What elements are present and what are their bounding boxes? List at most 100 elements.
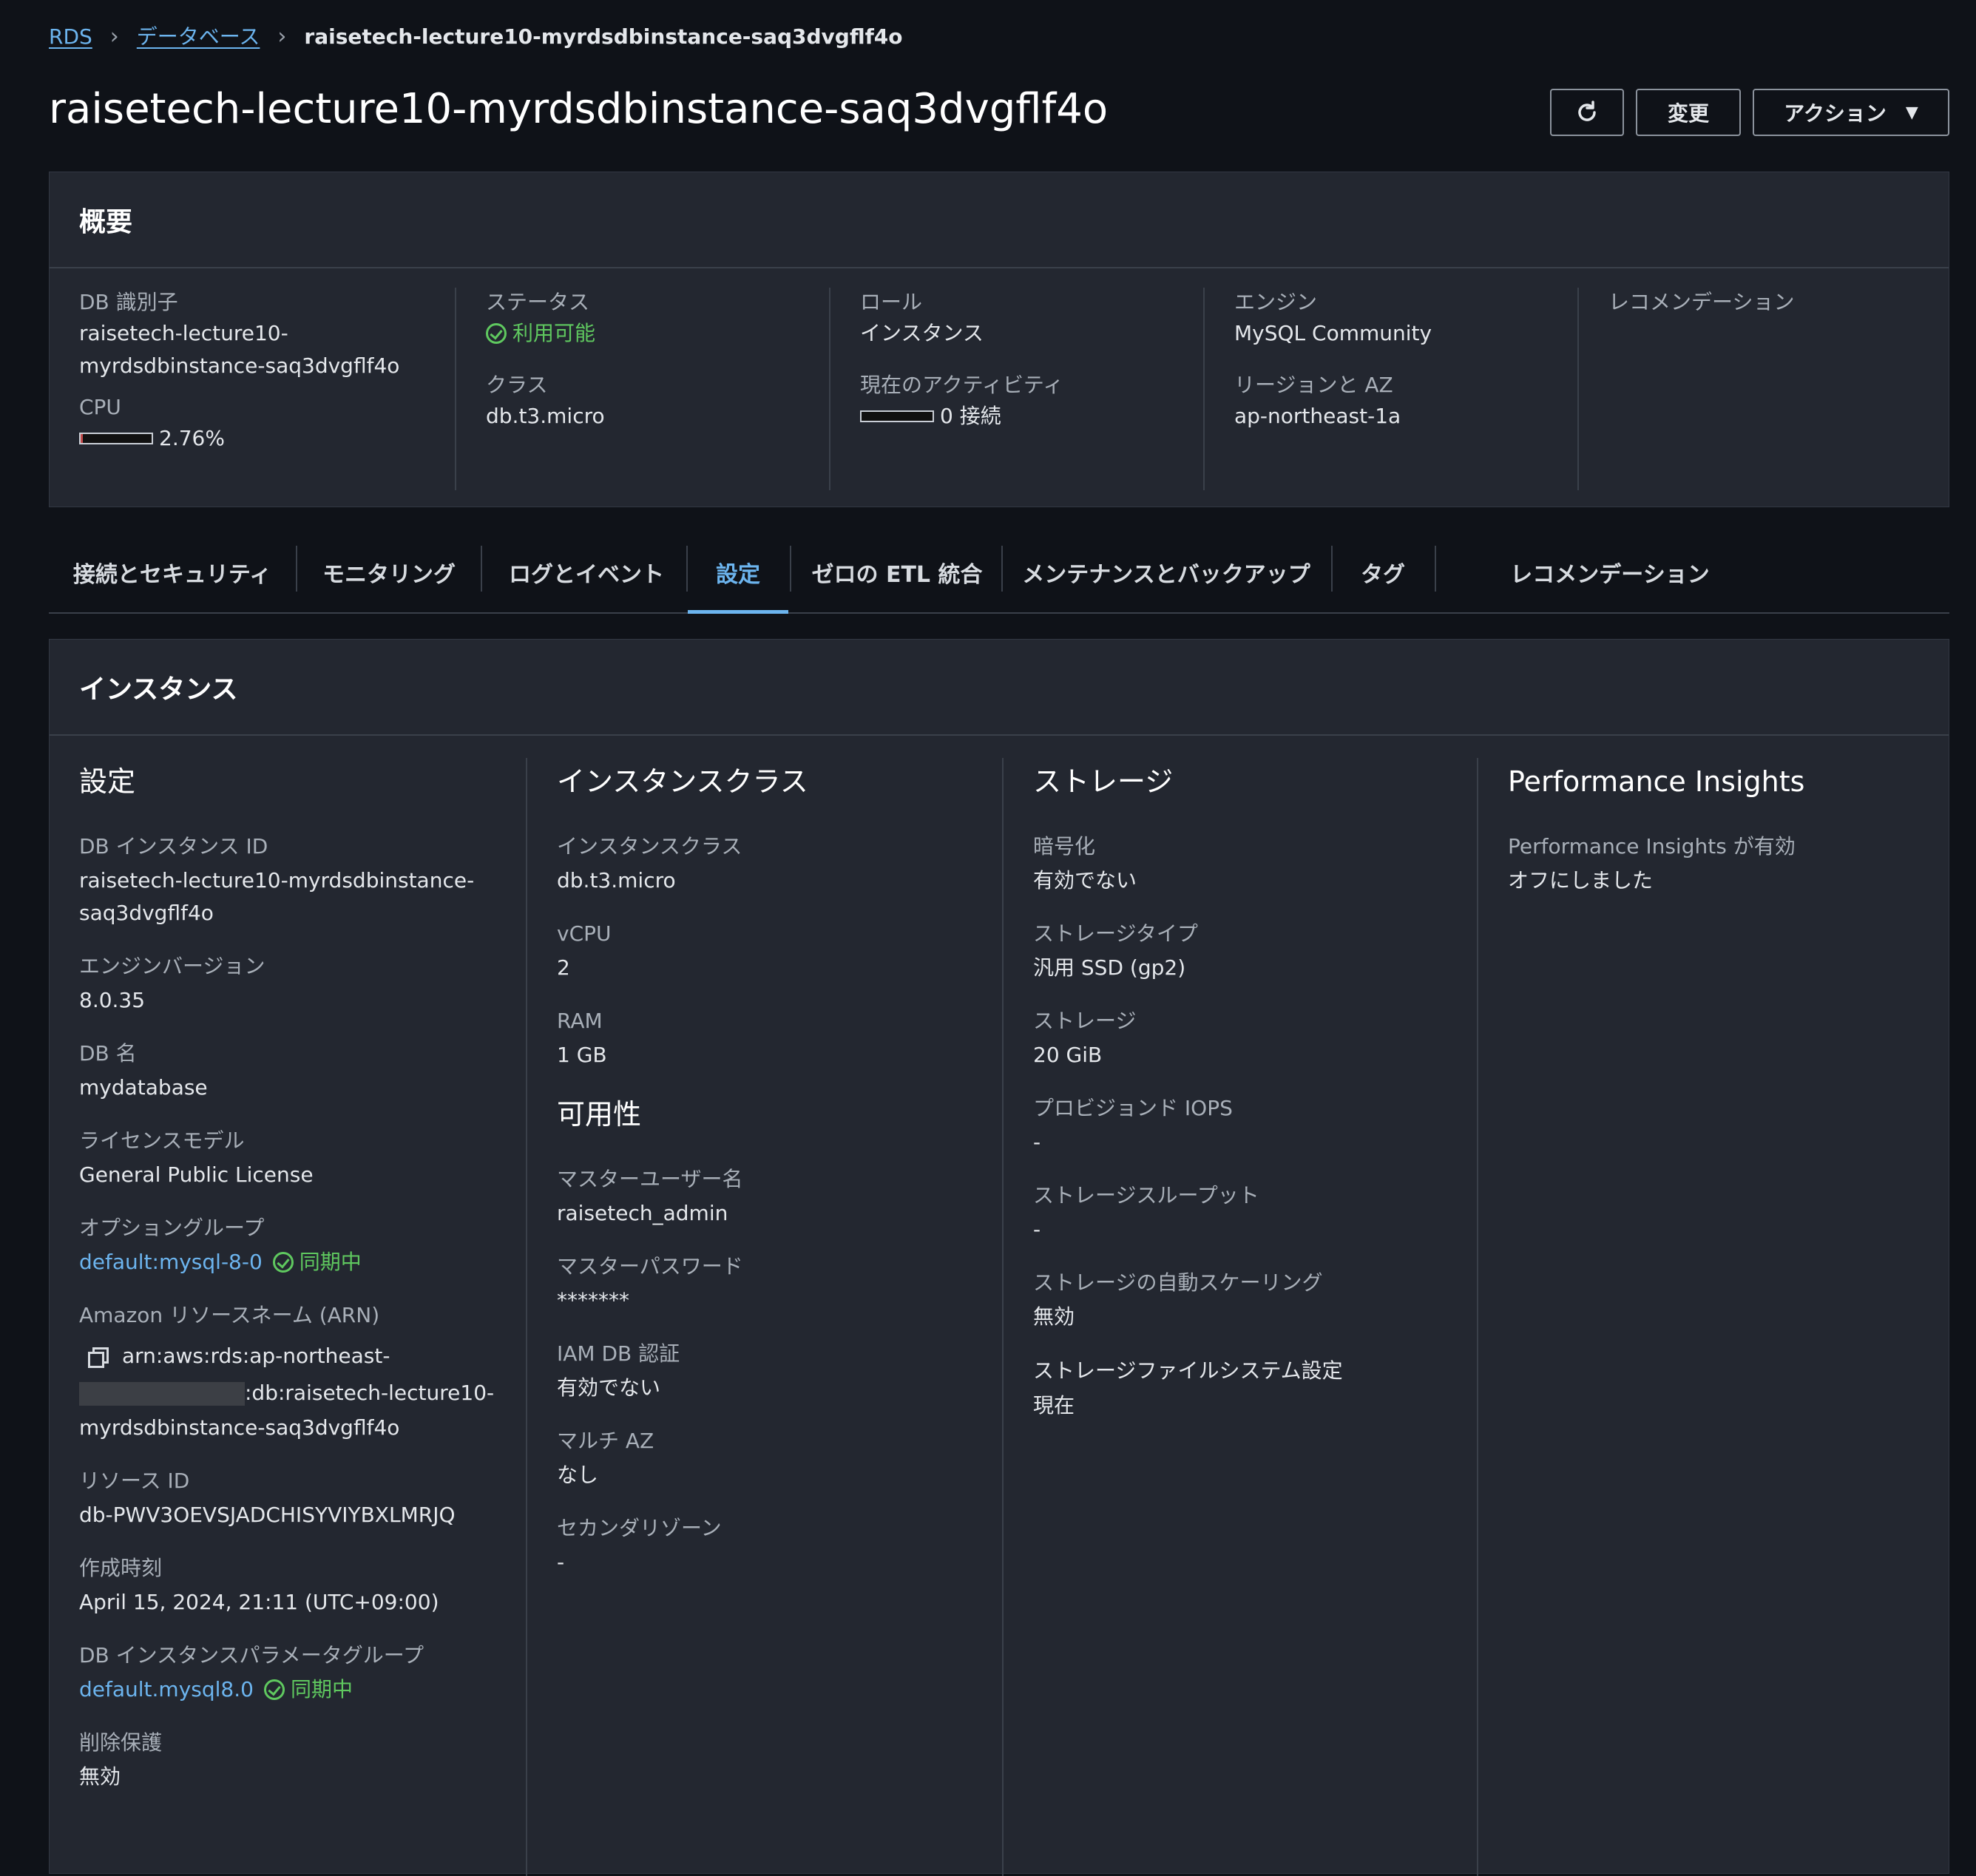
performance-insights-value: オフにしました [1508,868,1654,893]
multi-az-value: なし [557,1463,599,1487]
actions-label: アクション [1784,101,1887,126]
configuration-title: 設定 [79,765,136,798]
storage-throughput-value: - [1033,1217,1041,1242]
refresh-button[interactable] [1550,89,1624,136]
tab-maintenance-backup[interactable]: メンテナンスとバックアップ [1003,546,1330,614]
breadcrumb: RDS › データベース › raisetech-lecture10-myrds… [49,22,903,52]
tab-bar: 接続とセキュリティ モニタリング ログとイベント 設定 ゼロの ETL 統合 メ… [49,546,1949,614]
engine-version-label: エンジンバージョン [79,954,265,978]
performance-insights-column: Performance Insights Performance Insight… [1477,758,1950,1876]
arn-line1: arn:aws:rds:ap-northeast- [79,1338,526,1375]
summary-col-engine: エンジン MySQL Community リージョンと AZ ap-northe… [1203,288,1577,490]
encryption-value: 有効でない [1033,868,1137,893]
breadcrumb-current: raisetech-lecture10-myrdsdbinstance-saq3… [304,24,903,49]
multi-az-field: マルチ AZ なし [557,1423,1002,1491]
iam-auth-value: 有効でない [557,1375,661,1400]
provisioned-iops-field: プロビジョンド IOPS - [1033,1091,1477,1159]
instance-class-title: インスタンスクラス [557,765,808,798]
master-username-label: マスターユーザー名 [557,1167,743,1191]
summary-col-recommendations: レコメンデーション [1577,288,1949,490]
tab-logs-events[interactable]: ログとイベント [482,546,691,614]
rds-instance-page: RDS › データベース › raisetech-lecture10-myrds… [0,0,1976,1876]
instance-class-label: インスタンスクラス [557,834,742,859]
performance-insights-field: Performance Insights が有効 オフにしました [1508,829,1950,897]
copy-icon[interactable] [88,1347,109,1368]
arn-value-line3: myrdsdbinstance-saq3dvgflf4o [79,1415,400,1440]
instance-heading: インスタンス [50,640,1949,736]
summary-col-status: ステータス 利用可能 クラス db.t3.micro [455,288,829,490]
status-label: ステータス [486,290,590,314]
arn-field: Amazon リソースネーム (ARN) arn:aws:rds:ap-nort… [79,1298,526,1444]
tab-recommendations[interactable]: レコメンデーション [1436,546,1784,614]
tab-configuration[interactable]: 設定 [688,546,788,614]
check-circle-icon [486,323,507,344]
engine-version-field: エンジンバージョン 8.0.35 [79,949,526,1017]
option-group-row: default:mysql-8-0 同期中 [79,1246,526,1279]
class-value: db.t3.micro [486,404,605,428]
region-az-label: リージョンと AZ [1234,373,1393,397]
created-time-label: 作成時刻 [79,1556,163,1580]
tab-connectivity-security[interactable]: 接続とセキュリティ [49,546,296,614]
tab-zero-etl[interactable]: ゼロの ETL 統合 [791,546,1003,614]
arn-label: Amazon リソースネーム (ARN) [79,1303,380,1327]
summary-panel: 概要 DB 識別子 raisetech-lecture10- myrdsdbin… [49,172,1949,507]
ram-label: RAM [557,1009,603,1033]
resource-id-value: db-PWV3OEVSJADCHISYVIYBXLMRJQ [79,1503,456,1527]
option-group-status: 同期中 [272,1246,362,1279]
breadcrumb-databases-link[interactable]: データベース [137,22,260,52]
storage-autoscaling-value: 無効 [1033,1304,1075,1329]
license-model-value: General Public License [79,1162,314,1187]
engine-label: エンジン [1234,290,1318,314]
option-group-link[interactable]: default:mysql-8-0 [79,1246,263,1279]
storage-filesystem-label: ストレージファイルシステム設定 [1033,1358,1343,1383]
created-time-value: April 15, 2024, 21:11 (UTC+09:00) [79,1590,439,1614]
encryption-field: 暗号化 有効でない [1033,829,1477,897]
license-model-label: ライセンスモデル [79,1128,245,1153]
storage-throughput-label: ストレージスループット [1033,1183,1259,1208]
cpu-value: 2.76% [159,426,225,450]
encryption-label: 暗号化 [1033,834,1096,859]
cpu-meter-fill [81,434,83,443]
summary-col-role: ロール インスタンス 現在のアクティビティ 0 接続 [829,288,1203,490]
db-instance-id-field: DB インスタンス ID raisetech-lecture10-myrdsdb… [79,829,526,929]
ram-value: 1 GB [557,1043,607,1067]
master-username-field: マスターユーザー名 raisetech_admin [557,1162,1002,1230]
activity-meter: 0 接続 [860,400,1203,433]
option-group-label: オプショングループ [79,1216,265,1240]
provisioned-iops-value: - [1033,1130,1041,1154]
check-circle-icon [263,1679,285,1700]
storage-column: ストレージ 暗号化 有効でない ストレージタイプ 汎用 SSD (gp2) スト… [1002,758,1477,1876]
storage-type-field: ストレージタイプ 汎用 SSD (gp2) [1033,916,1477,984]
redacted-account-id [79,1382,245,1406]
chevron-right-icon: › [277,24,287,50]
db-name-value: mydatabase [79,1075,208,1100]
parameter-group-link[interactable]: default.mysql8.0 [79,1673,254,1706]
activity-meter-bar [860,410,934,422]
ram-field: RAM 1 GB [557,1003,1002,1071]
storage-size-value: 20 GiB [1033,1043,1103,1067]
storage-throughput-field: ストレージスループット - [1033,1178,1477,1246]
actions-dropdown-button[interactable]: アクション ▼ [1753,89,1949,136]
db-identifier-value-line1: raisetech-lecture10- [79,321,288,345]
storage-type-label: ストレージタイプ [1033,921,1198,946]
engine-value: MySQL Community [1234,321,1432,345]
storage-filesystem-field: ストレージファイルシステム設定 現在 [1033,1352,1477,1422]
modify-button[interactable]: 変更 [1636,89,1741,136]
tab-tags[interactable]: タグ [1333,546,1433,614]
storage-type-value: 汎用 SSD (gp2) [1033,955,1186,980]
header-actions: 変更 アクション ▼ [1550,89,1949,136]
arn-value-line1: arn:aws:rds:ap-northeast- [122,1344,390,1368]
master-password-label: マスターパスワード [557,1254,743,1279]
status-value: 利用可能 [512,321,596,345]
instance-class-value: db.t3.micro [557,868,676,893]
storage-title: ストレージ [1033,765,1174,798]
performance-insights-label: Performance Insights が有効 [1508,834,1796,859]
vcpu-label: vCPU [557,921,612,946]
db-identifier-label: DB 識別子 [79,290,178,314]
storage-autoscaling-label: ストレージの自動スケーリング [1033,1270,1323,1295]
parameter-group-status-text: 同期中 [290,1677,353,1701]
role-value: インスタンス [860,321,984,345]
tab-monitoring[interactable]: モニタリング [297,546,481,614]
option-group-field: オプショングループ default:mysql-8-0 同期中 [79,1210,526,1279]
breadcrumb-rds-link[interactable]: RDS [49,22,92,52]
